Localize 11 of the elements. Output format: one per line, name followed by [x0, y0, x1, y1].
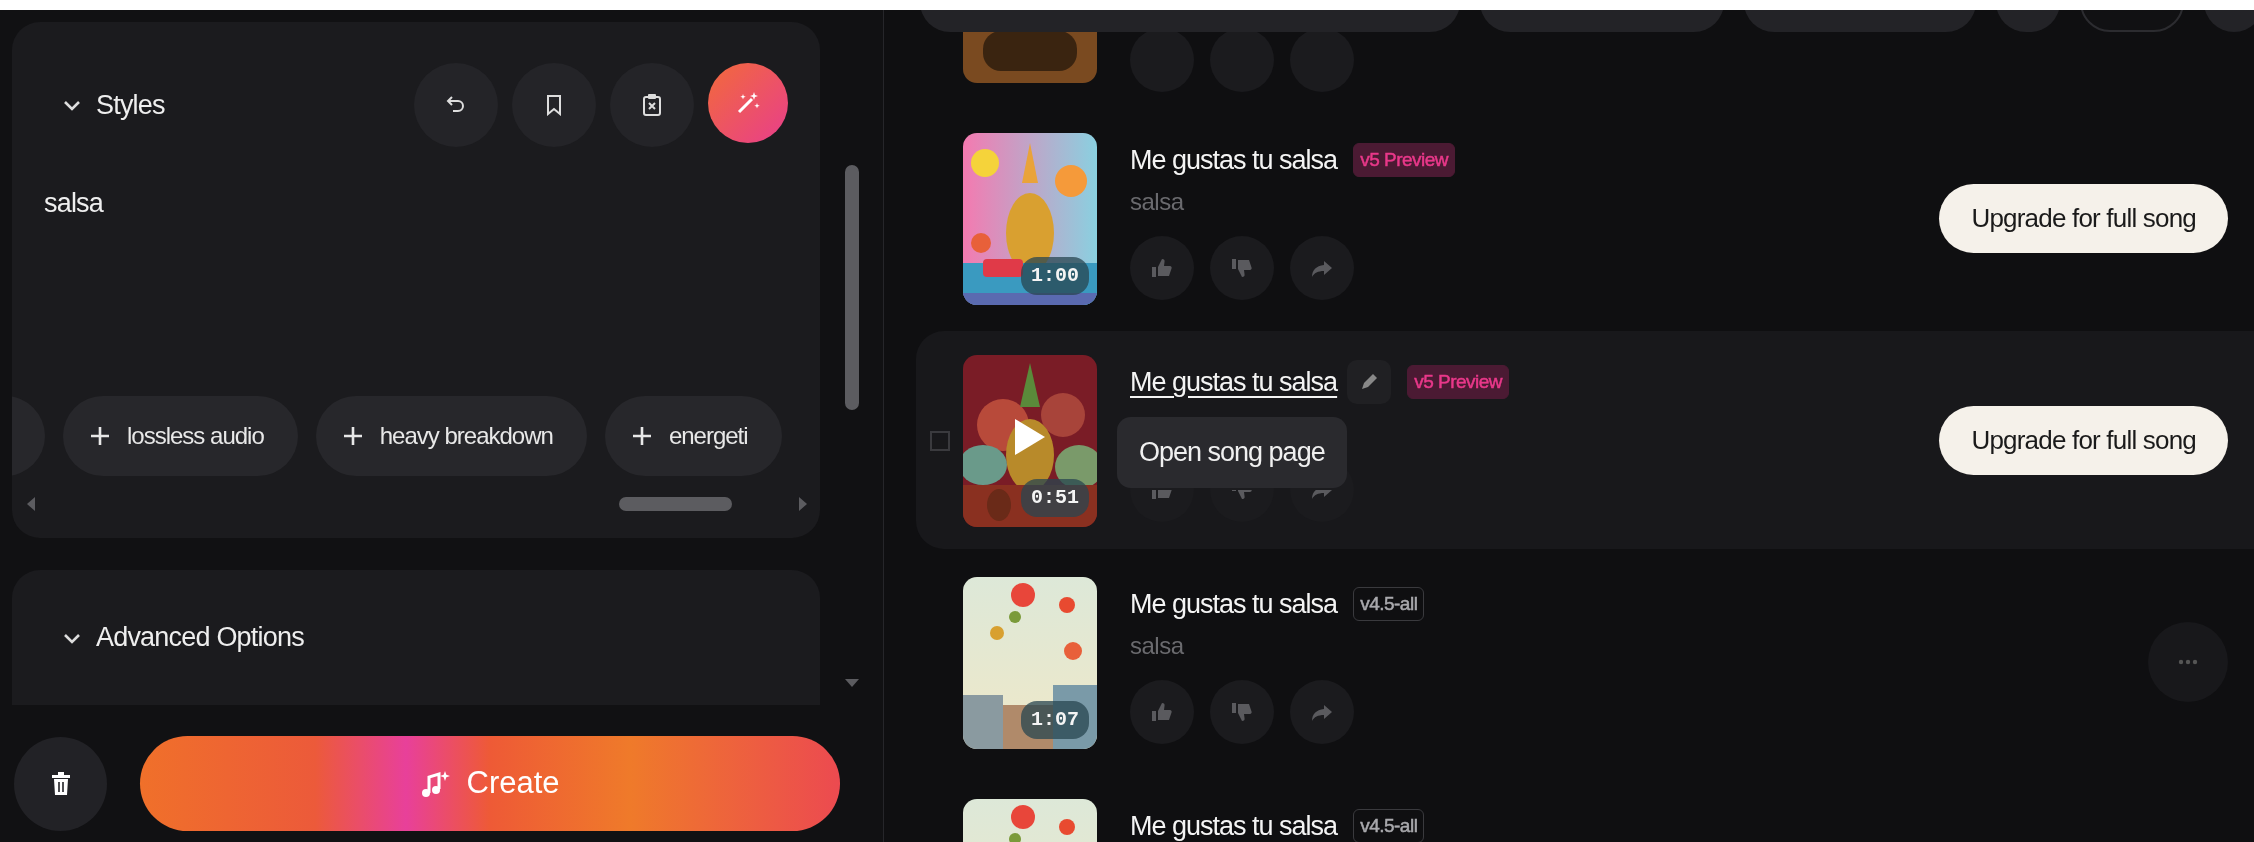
duration-label: 1:07 [1021, 701, 1089, 739]
version-tag: v4.5-all [1353, 586, 1425, 622]
duration-label: 0:51 [1021, 479, 1089, 517]
song-style: salsa [1130, 632, 1184, 659]
section-title: Styles [96, 88, 165, 122]
tooltip: Open song page [1117, 417, 1347, 488]
version-tag: v5 Preview [1407, 364, 1510, 400]
version-tag: v5 Preview [1353, 142, 1456, 178]
duration-label: 1:00 [1021, 257, 1089, 295]
song-style: salsa [1130, 188, 1184, 215]
section-title: Advanced Options [96, 621, 304, 655]
